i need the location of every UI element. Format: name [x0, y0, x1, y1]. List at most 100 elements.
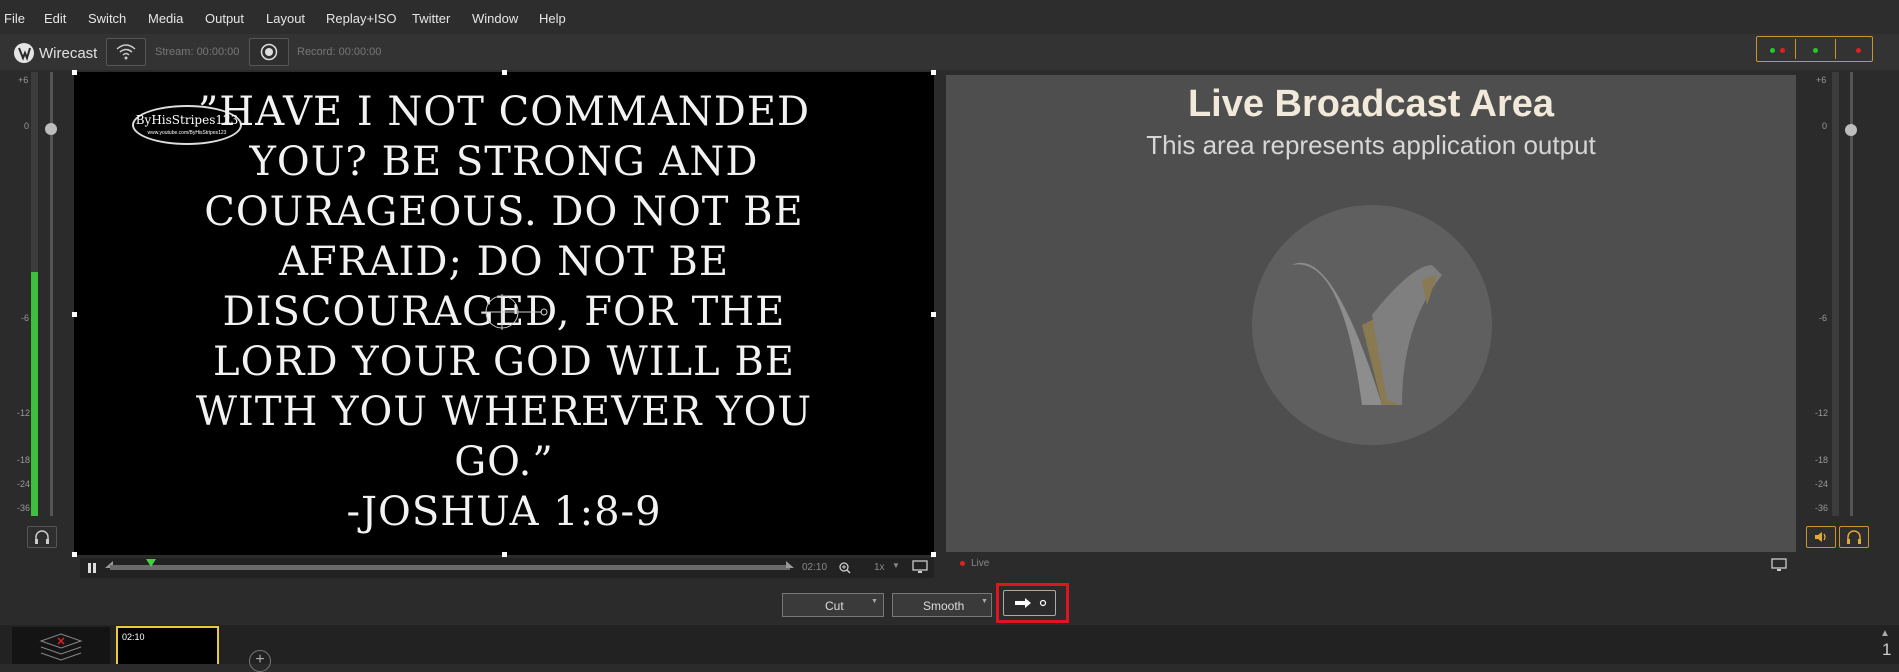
chevron-down-icon: ▼ — [981, 598, 988, 605]
live-subtitle: This area represents application output — [1146, 130, 1596, 160]
app-name: Wirecast — [39, 45, 98, 62]
shot-bar: 02:10 + ▲ 1 — [0, 625, 1899, 672]
volume-slider-knob[interactable] — [45, 123, 57, 135]
menu-edit[interactable]: Edit — [44, 11, 66, 26]
volume-slider-track[interactable] — [1850, 72, 1853, 516]
record-timer: Record: 00:00:00 — [297, 46, 382, 58]
speaker-icon — [1815, 532, 1826, 542]
headphones-icon — [1847, 530, 1861, 544]
live-indicator-dot — [960, 561, 965, 566]
scroll-up-icon[interactable]: ▲ — [1880, 628, 1890, 639]
duration: 02:10 — [802, 562, 828, 573]
resize-handle[interactable] — [931, 312, 936, 317]
meter-label: -6 — [1819, 313, 1828, 323]
resize-handle[interactable] — [72, 552, 77, 557]
playback-transport: 02:10 1x ▼ — [80, 558, 934, 578]
audio-level-fill — [31, 271, 38, 516]
output-status-indicator[interactable] — [1756, 36, 1873, 62]
headphones-button[interactable] — [27, 526, 57, 548]
chevron-down-icon: ▼ — [871, 598, 878, 605]
divider — [1795, 39, 1796, 59]
meter-label: -36 — [17, 503, 31, 513]
meter-label: +6 — [18, 75, 29, 85]
resize-handle[interactable] — [931, 552, 936, 557]
layer-number: 1 — [1882, 640, 1892, 659]
resize-handle[interactable] — [931, 70, 936, 75]
scrubber-end-marker — [786, 561, 794, 568]
menu-media[interactable]: Media — [148, 11, 183, 26]
shot-thumbnail[interactable]: 02:10 — [116, 626, 219, 664]
monitor-icon[interactable] — [912, 560, 928, 575]
menu-bar: File Edit Switch Media Output Layout Rep… — [0, 0, 1899, 34]
stream-timer: Stream: 00:00:00 — [155, 46, 240, 58]
menu-replay-iso[interactable]: Replay+ISO — [326, 11, 396, 26]
audio-level-meter — [31, 72, 38, 516]
resize-handle[interactable] — [502, 70, 507, 75]
meter-label: -12 — [17, 408, 31, 418]
stream-button[interactable] — [106, 38, 146, 66]
menu-help[interactable]: Help — [539, 11, 566, 26]
status-dot — [1770, 48, 1775, 53]
status-dot — [1856, 48, 1861, 53]
shot-duration: 02:10 — [122, 632, 145, 642]
left-audio-panel: +6 0 -6 -12 -18 -24 -36 — [0, 72, 62, 552]
status-dot — [1780, 48, 1785, 53]
menu-file[interactable]: File — [4, 11, 25, 26]
verse-text: ”HAVE I NOT COMMANDED YOU? BE STRONG AND… — [195, 89, 813, 485]
transition-select-smooth[interactable]: Smooth ▼ — [892, 593, 992, 617]
meter-label: -18 — [17, 455, 31, 465]
zoom-icon[interactable] — [838, 561, 852, 575]
transition-label: Cut — [825, 599, 844, 613]
meter-label: -18 — [1815, 455, 1829, 465]
volume-slider-track[interactable] — [50, 72, 53, 516]
toolbar: Wirecast Stream: 00:00:00 Record: 00:00:… — [0, 34, 1899, 70]
transition-label: Smooth — [923, 599, 965, 613]
meter-label: 0 — [1822, 121, 1828, 131]
meter-label: -36 — [1815, 503, 1829, 513]
monitor-icon[interactable] — [1771, 558, 1787, 573]
headphones-icon — [35, 530, 49, 544]
preview-canvas[interactable]: ByHisStripes123 www.youtube.com/ByHisStr… — [72, 70, 936, 557]
chevron-down-icon: ▼ — [892, 561, 900, 570]
timeline-scrubber[interactable] — [110, 565, 790, 570]
record-icon — [260, 43, 278, 61]
menu-window[interactable]: Window — [472, 11, 518, 26]
pause-icon[interactable] — [86, 562, 98, 574]
right-audio-panel: +6 0 -6 -12 -18 -24 -36 — [1808, 72, 1870, 552]
layers-icon — [39, 633, 83, 661]
live-label: Live — [971, 558, 990, 569]
menu-layout[interactable]: Layout — [266, 11, 305, 26]
resize-handle[interactable] — [72, 312, 77, 317]
transition-select-cut[interactable]: Cut ▼ — [782, 593, 884, 617]
meter-label: -6 — [21, 313, 30, 323]
verse-reference: -JOSHUA 1:8-9 — [346, 489, 662, 535]
menu-twitter[interactable]: Twitter — [412, 11, 450, 26]
audio-level-meter — [1832, 72, 1839, 516]
arrow-right-icon — [1015, 598, 1047, 608]
add-shot-icon[interactable]: + — [249, 650, 271, 672]
live-title: Live Broadcast Area — [1187, 83, 1555, 125]
go-button[interactable] — [1003, 590, 1056, 616]
meter-label: +6 — [1816, 75, 1827, 85]
divider — [1835, 39, 1836, 59]
resize-handle[interactable] — [502, 552, 507, 557]
meter-label: -12 — [1815, 408, 1829, 418]
shot-layers[interactable] — [12, 627, 110, 664]
wirecast-logo-icon — [14, 43, 34, 63]
menu-switch[interactable]: Switch — [88, 11, 126, 26]
volume-slider-knob[interactable] — [1845, 124, 1857, 136]
wifi-icon — [116, 44, 136, 60]
menu-output[interactable]: Output — [205, 11, 244, 26]
headphones-button[interactable] — [1839, 526, 1869, 548]
playhead[interactable] — [145, 559, 156, 567]
record-button[interactable] — [249, 38, 289, 66]
live-broadcast-area: Live Broadcast Area This area represents… — [946, 75, 1796, 552]
meter-label: 0 — [24, 121, 30, 131]
anchor-crosshair-icon[interactable] — [482, 294, 552, 330]
resize-handle[interactable] — [72, 70, 77, 75]
speaker-button[interactable] — [1806, 526, 1836, 548]
status-dot — [1813, 48, 1818, 53]
meter-label: -24 — [1815, 479, 1829, 489]
meter-label: -24 — [17, 479, 31, 489]
speed-select[interactable]: 1x — [874, 562, 885, 573]
